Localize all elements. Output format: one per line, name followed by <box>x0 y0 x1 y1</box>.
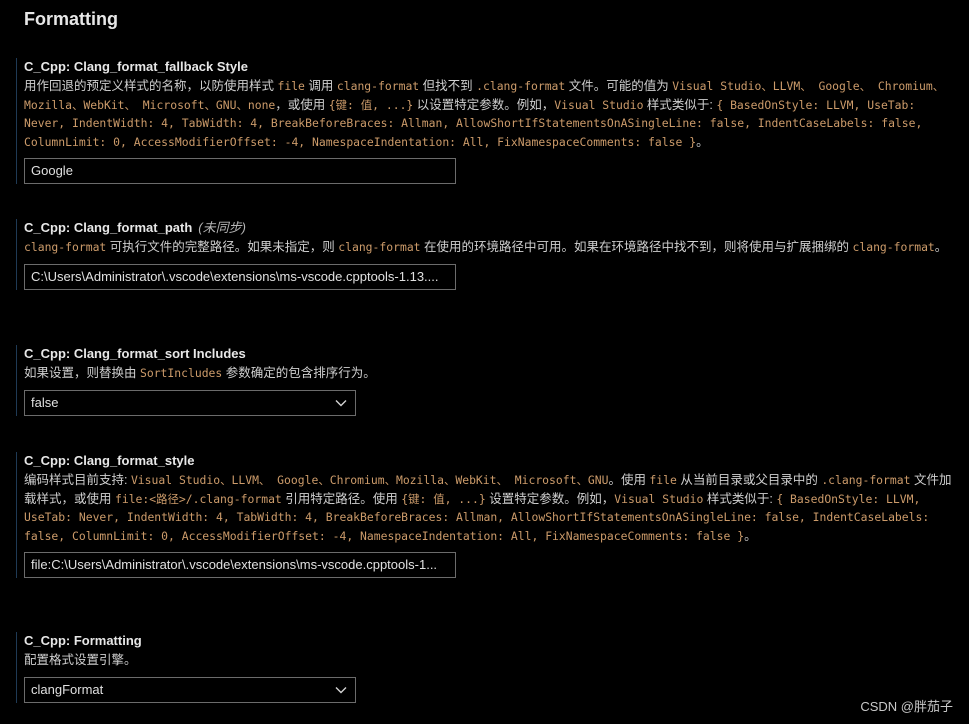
inline-code: Visual Studio <box>554 97 644 112</box>
select-value: false <box>31 394 59 410</box>
description-text: 调用 <box>304 79 337 93</box>
inline-code: clang-format <box>852 240 935 254</box>
setting-title: C_Cpp: Clang_format_sort Includes <box>24 346 246 361</box>
description-text: 在使用的环境路径中可用。如果在环境路径中找不到，则将使用与扩展捆绑的 <box>420 240 853 254</box>
description-text: 参数确定的包含排序行为。 <box>222 366 376 380</box>
inline-code: Visual Studio <box>614 491 704 506</box>
watermark: CSDN @胖茄子 <box>860 699 953 714</box>
setting-description: 配置格式设置引擎。 <box>24 651 957 670</box>
inline-code: SortIncludes <box>139 366 223 380</box>
inline-code: clang-format <box>24 240 107 254</box>
setting-formatting: C_Cpp: Formatting 配置格式设置引擎。 clangFormat <box>16 632 957 703</box>
setting-clang-format-style: C_Cpp: Clang_format_style 编码样式目前支持: Visu… <box>16 452 957 578</box>
description-text: 样式类似于: <box>703 491 777 506</box>
chevron-down-icon <box>335 399 347 406</box>
description-text: 可执行文件的完整路径。如果未指定，则 <box>106 240 339 254</box>
description-text: 文件。可能的值为 <box>565 79 673 93</box>
description-text: 编码样式目前支持: <box>24 473 131 487</box>
description-text: 引用特定路径。使用 <box>281 491 402 506</box>
setting-description: 用作回退的预定义样式的名称，以防使用样式 file 调用 clang-forma… <box>24 77 957 151</box>
description-text: 以设置特定参数。例如， <box>413 97 555 112</box>
clang-format-path-input[interactable]: C:\Users\Administrator\.vscode\extension… <box>24 263 456 290</box>
description-text: 如果设置，则替换由 <box>24 366 140 380</box>
clang-format-style-input[interactable]: file:C:\Users\Administrator\.vscode\exte… <box>24 552 456 578</box>
description-text: 。 <box>696 134 709 149</box>
description-text: 样式类似于: <box>643 97 717 112</box>
inline-code: {键: 值, ...} <box>328 97 414 112</box>
setting-title-text: C_Cpp: Clang_format_path <box>24 220 193 235</box>
not-synced-label: (未同步) <box>198 220 246 235</box>
description-text: 配置格式设置引擎。 <box>24 653 137 667</box>
sort-includes-select[interactable]: false <box>24 389 356 416</box>
setting-title: C_Cpp: Formatting <box>24 633 142 648</box>
description-text: ，或使用 <box>275 97 329 112</box>
description-text: 。 <box>934 240 948 254</box>
inline-code: Visual Studio、LLVM、 Google、Chromium、Mozi… <box>130 473 609 487</box>
description-text: 用作回退的预定义样式的名称，以防使用样式 <box>24 79 278 93</box>
inline-code: {键: 值, ...} <box>401 491 486 506</box>
inline-code: .clang-format <box>476 79 566 93</box>
fallback-style-input[interactable]: Google <box>24 158 456 184</box>
formatting-engine-select[interactable]: clangFormat <box>24 676 356 703</box>
description-text: 但找不到 <box>419 79 477 93</box>
setting-clang-format-sort-includes: C_Cpp: Clang_format_sort Includes 如果设置，则… <box>16 345 957 416</box>
description-text: 设置特定参数。例如， <box>485 491 615 506</box>
select-value: clangFormat <box>31 681 104 697</box>
setting-title: C_Cpp: Clang_format_fallback Style <box>24 59 248 74</box>
inline-code: .clang-format <box>821 473 911 487</box>
section-title: Formatting <box>24 9 118 29</box>
inline-code: file <box>649 473 677 487</box>
setting-description: 如果设置，则替换由 SortIncludes 参数确定的包含排序行为。 <box>24 364 957 383</box>
description-text: 。使用 <box>608 473 650 487</box>
setting-title: C_Cpp: Clang_format_style <box>24 453 195 468</box>
setting-clang-format-fallback-style: C_Cpp: Clang_format_fallback Style 用作回退的… <box>16 58 957 184</box>
setting-title: C_Cpp: Clang_format_path (未同步) <box>24 219 957 237</box>
setting-description: clang-format 可执行文件的完整路径。如果未指定，则 clang-fo… <box>24 238 957 257</box>
inline-code: clang-format <box>338 240 421 254</box>
inline-code: clang-format <box>336 79 420 93</box>
inline-code: file <box>277 79 305 93</box>
chevron-down-icon <box>335 686 347 693</box>
inline-code: file:<路径>/.clang-format <box>114 491 282 506</box>
setting-clang-format-path: C_Cpp: Clang_format_path (未同步) clang-form… <box>16 219 957 290</box>
description-text: 从当前目录或父目录中的 <box>676 473 822 487</box>
setting-description: 编码样式目前支持: Visual Studio、LLVM、 Google、Chr… <box>24 471 957 545</box>
description-text: 。 <box>744 528 757 543</box>
